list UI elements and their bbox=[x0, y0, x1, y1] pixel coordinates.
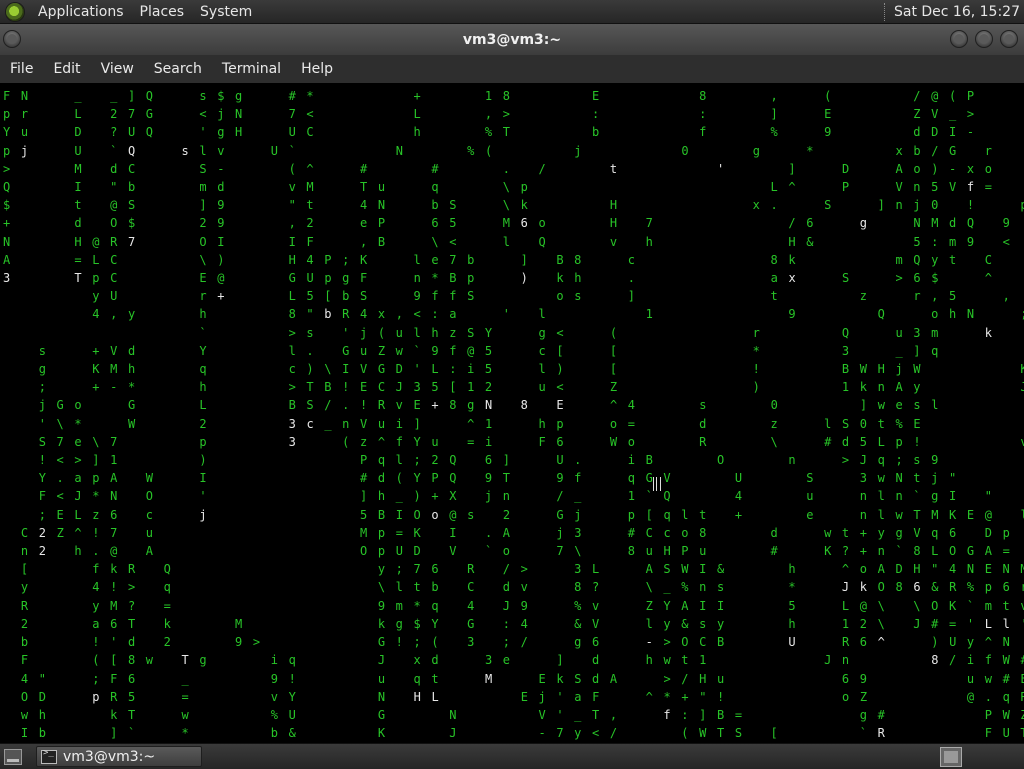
workspace-switcher-icon[interactable] bbox=[940, 746, 962, 767]
top-panel: Applications Places System Sat Dec 16, 1… bbox=[0, 0, 1024, 24]
minimize-button[interactable] bbox=[950, 30, 968, 48]
system-menu[interactable]: System bbox=[192, 4, 260, 20]
menu-view[interactable]: View bbox=[91, 61, 144, 77]
distro-logo-icon[interactable] bbox=[6, 2, 24, 21]
menu-edit[interactable]: Edit bbox=[43, 61, 90, 77]
menu-search[interactable]: Search bbox=[144, 61, 212, 77]
menu-terminal[interactable]: Terminal bbox=[212, 61, 291, 77]
panel-separator bbox=[883, 2, 888, 21]
matrix-rain-text: F N _ _ ] Q s $ g # * + 1 8 E 8 , ( / @ … bbox=[3, 89, 1024, 741]
taskbar-label: vm3@vm3:~ bbox=[63, 748, 156, 765]
panel-menus: Applications Places System bbox=[0, 0, 260, 23]
terminal-output[interactable]: F N _ _ ] Q s $ g # * + 1 8 E 8 , ( / @ … bbox=[0, 84, 1024, 742]
window-titlebar[interactable]: vm3@vm3:~ bbox=[0, 24, 1024, 55]
menu-file[interactable]: File bbox=[0, 61, 43, 77]
close-button[interactable] bbox=[1000, 30, 1018, 48]
show-desktop-icon[interactable] bbox=[4, 748, 22, 765]
terminal-icon bbox=[41, 748, 57, 764]
bottom-panel: vm3@vm3:~ bbox=[0, 743, 1024, 769]
window-title: vm3@vm3:~ bbox=[462, 31, 562, 48]
applications-menu[interactable]: Applications bbox=[30, 4, 132, 20]
text-cursor-icon bbox=[653, 477, 661, 491]
window-menu-button[interactable] bbox=[3, 30, 21, 48]
places-menu[interactable]: Places bbox=[132, 4, 193, 20]
clock[interactable]: Sat Dec 16, 15:27 bbox=[894, 4, 1024, 20]
menu-help[interactable]: Help bbox=[291, 61, 343, 77]
maximize-button[interactable] bbox=[975, 30, 993, 48]
terminal-menubar: File Edit View Search Terminal Help bbox=[0, 55, 1024, 83]
taskbar-terminal-button[interactable]: vm3@vm3:~ bbox=[36, 746, 202, 767]
